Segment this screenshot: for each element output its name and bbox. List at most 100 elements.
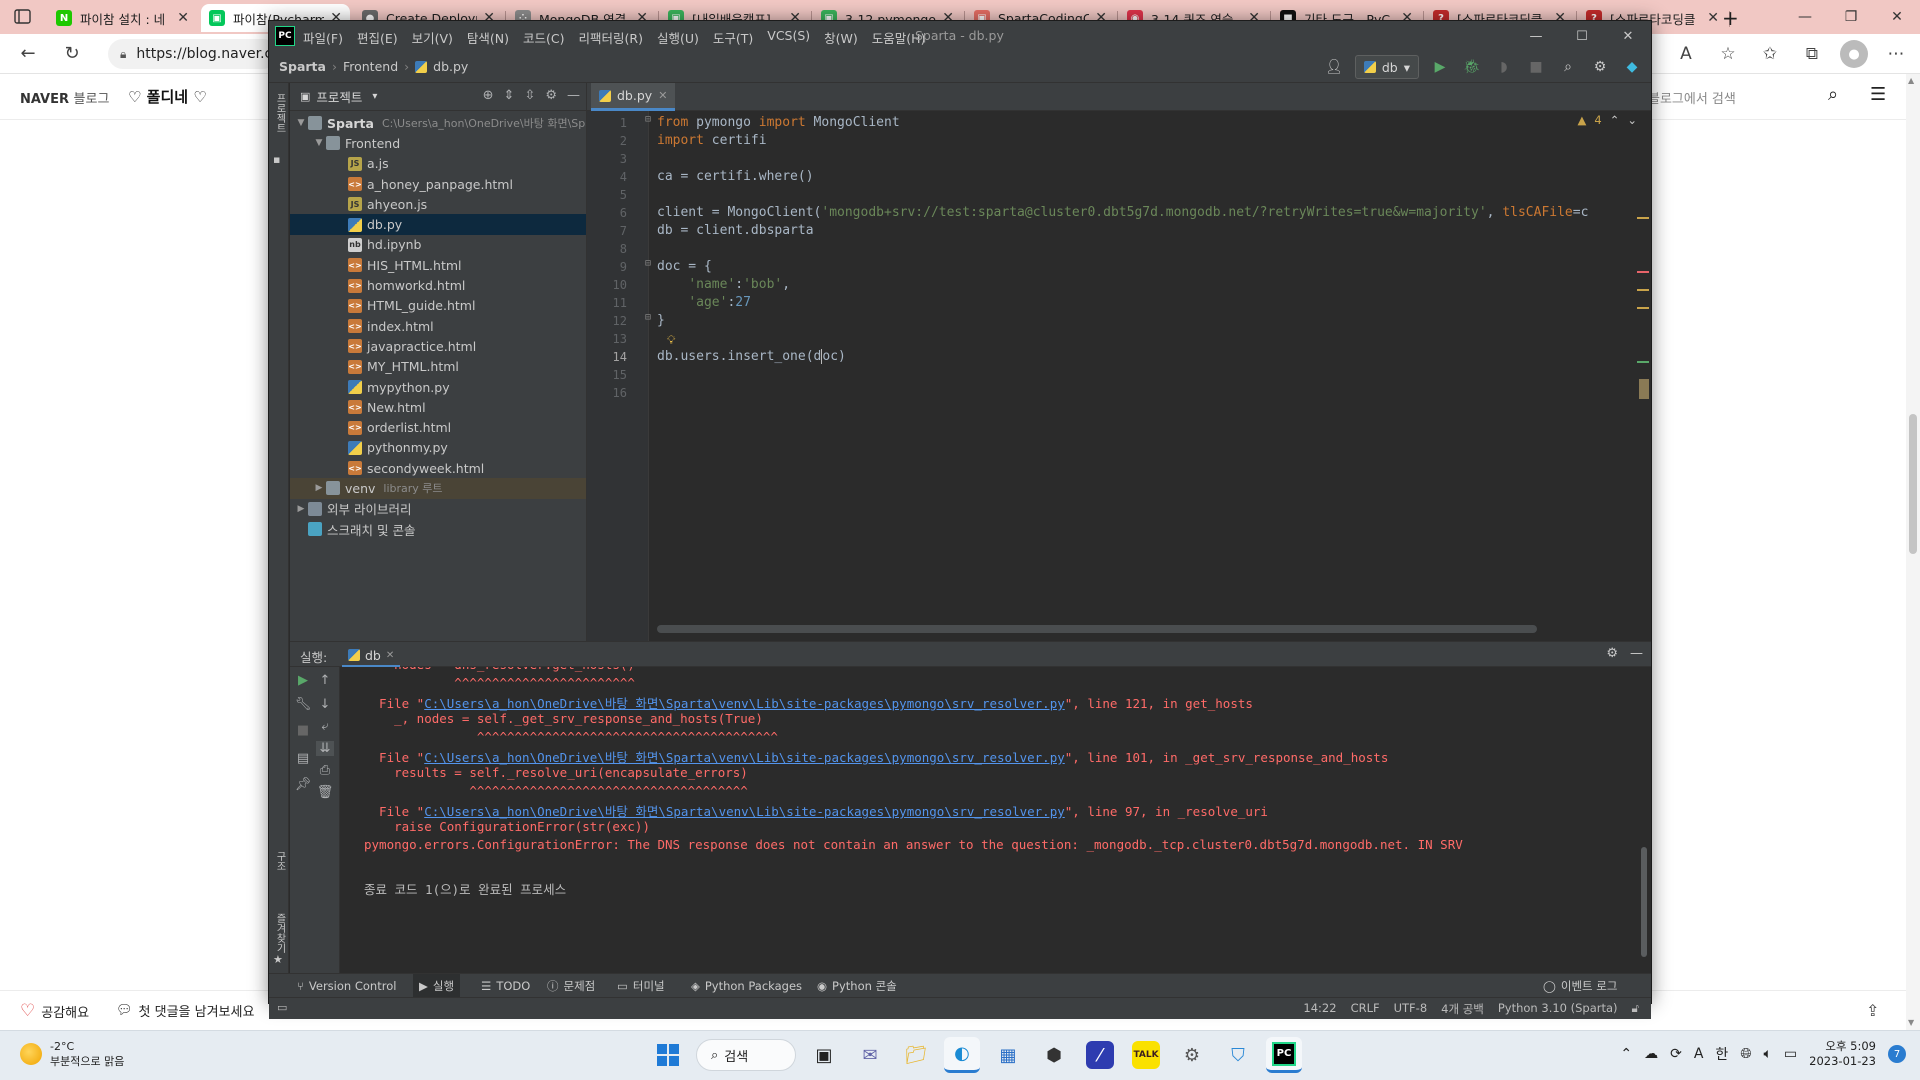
pycharm-taskbar-icon[interactable]: PC: [1266, 1037, 1302, 1073]
expand-arrow-icon[interactable]: ▼: [294, 118, 308, 128]
favorite-star-icon[interactable]: ☆: [1714, 40, 1742, 68]
tree-file[interactable]: pythonmy.py: [290, 438, 586, 458]
share-icon[interactable]: ⇪: [1866, 1001, 1879, 1020]
lock-icon[interactable]: 🔓︎: [1632, 1001, 1639, 1017]
error-stripe-marker[interactable]: [1637, 307, 1649, 309]
volume-icon[interactable]: 🔈︎: [1764, 1046, 1772, 1062]
tool-tab-terminal[interactable]: ▭ 터미널: [611, 974, 671, 998]
close-tab-icon[interactable]: ✕: [386, 650, 394, 661]
close-tab-icon[interactable]: ✕: [658, 89, 667, 102]
tree-file[interactable]: <> javapractice.html: [290, 336, 586, 356]
task-view-icon[interactable]: ▣: [806, 1037, 842, 1073]
pen-icon[interactable]: A: [1694, 1046, 1704, 1062]
tree-file[interactable]: <> New.html: [290, 397, 586, 417]
console-file-link[interactable]: C:\Users\a_hon\OneDrive\바탕 화면\Sparta\ven…: [424, 804, 1065, 819]
collections-icon[interactable]: ⧉: [1798, 40, 1826, 68]
code-line[interactable]: db = client.dbsparta: [657, 223, 814, 238]
restore-icon[interactable]: ❐: [1828, 0, 1874, 34]
notification-badge[interactable]: 7: [1888, 1045, 1906, 1063]
new-tab-button[interactable]: +: [1714, 4, 1747, 32]
code-line[interactable]: doc = {: [657, 259, 712, 274]
ide-menu-item[interactable]: 실행(U): [657, 28, 699, 47]
taskbar-clock[interactable]: 오후 5:09 2023-01-23: [1809, 1039, 1876, 1069]
tree-file[interactable]: <> secondyweek.html: [290, 458, 586, 478]
settings-gear-icon[interactable]: ⚙: [1589, 56, 1611, 78]
structure-tool-button[interactable]: 구조: [272, 851, 287, 871]
pycharm-logo-icon[interactable]: PC: [275, 26, 295, 46]
stop-icon[interactable]: ■: [1525, 56, 1547, 78]
tree-file[interactable]: nb hd.ipynb: [290, 235, 586, 255]
jetbrains-icon[interactable]: ◆: [1621, 56, 1643, 78]
code-editor[interactable]: 1 2 3 4 5 6 7 8 9 10 11 12 13 14 15 16 from pymongo imp…: [587, 111, 1651, 641]
ide-close-icon[interactable]: ✕: [1605, 21, 1651, 51]
tree-root-sparta[interactable]: ▼ Sparta C:\Users\a_hon\OneDrive\바탕 화면\S…: [290, 113, 586, 133]
project-tool-button[interactable]: 프로젝트: [272, 93, 287, 133]
run-icon[interactable]: ▶: [1429, 56, 1451, 78]
refresh-icon[interactable]: ↻: [58, 42, 86, 66]
scroll-to-end-icon[interactable]: ⇊: [316, 741, 334, 756]
kakaotalk-icon[interactable]: TALK: [1132, 1041, 1160, 1069]
settings-gear-icon[interactable]: ⚙: [1174, 1037, 1210, 1073]
store-icon[interactable]: ▦: [990, 1037, 1026, 1073]
file-encoding[interactable]: UTF-8: [1394, 1001, 1428, 1017]
code-line[interactable]: import certifi: [657, 133, 767, 148]
expand-all-icon[interactable]: ⇕: [504, 88, 515, 103]
ide-menu-item[interactable]: 창(W): [824, 28, 858, 47]
blog-search-input[interactable]: 블로그에서 검색: [1648, 82, 1848, 112]
battery-icon[interactable]: ▭: [1784, 1046, 1797, 1062]
code-line[interactable]: db.users.insert_one(doc): [657, 349, 846, 364]
console-file-link[interactable]: C:\Users\a_hon\OneDrive\바탕 화면\Sparta\ven…: [424, 750, 1065, 765]
print-icon[interactable]: ⎙: [316, 763, 334, 778]
error-stripe-marker[interactable]: [1637, 271, 1649, 273]
fold-marker-icon[interactable]: ⊟: [645, 312, 651, 323]
tree-file[interactable]: JS ahyeon.js: [290, 194, 586, 214]
app-cube-icon[interactable]: ⬢: [1036, 1037, 1072, 1073]
address-bar[interactable]: 🔒︎ https://blog.naver.com/: [108, 39, 278, 69]
search-everywhere-icon[interactable]: ⌕: [1557, 56, 1579, 78]
code-line[interactable]: 'name':'bob',: [657, 277, 790, 292]
lightbulb-icon[interactable]: 💡︎: [667, 333, 675, 348]
line-separator[interactable]: CRLF: [1351, 1001, 1380, 1017]
scroll-up-icon[interactable]: ↑: [316, 673, 334, 688]
chevron-down-icon[interactable]: ▾: [372, 91, 377, 102]
close-tab-icon[interactable]: ✕: [177, 10, 189, 26]
collapse-all-icon[interactable]: ⇳: [524, 88, 535, 103]
event-log-button[interactable]: ◯ 이벤트 로그: [1537, 974, 1623, 998]
tree-folder-venv[interactable]: ▶ venv library 루트: [290, 478, 586, 499]
tool-tab-todo[interactable]: ☰ TODO: [475, 974, 536, 998]
page-scrollbar[interactable]: ▲ ▼: [1906, 74, 1920, 1030]
pin-icon[interactable]: 📌︎: [294, 777, 312, 792]
folder-icon[interactable]: ▪: [273, 153, 280, 166]
options-gear-icon[interactable]: ⚙: [545, 88, 557, 103]
run-console[interactable]: nodes = dns_resolver.get_hosts() ^^^^^^^…: [340, 667, 1651, 973]
tree-file[interactable]: <> MY_HTML.html: [290, 357, 586, 377]
scroll-position-marker[interactable]: [1639, 379, 1649, 399]
coverage-icon[interactable]: ◗: [1493, 56, 1515, 78]
search-icon[interactable]: ⌕: [1828, 84, 1838, 105]
close-icon[interactable]: ✕: [1874, 0, 1920, 34]
stop-icon[interactable]: ■: [294, 723, 312, 738]
ide-menu-item[interactable]: VCS(S): [767, 28, 810, 47]
tool-tab-version-control[interactable]: ⑂ Version Control: [291, 974, 402, 998]
tree-file[interactable]: JS a.js: [290, 154, 586, 174]
ide-maximize-icon[interactable]: ☐: [1559, 21, 1605, 51]
python-interpreter[interactable]: Python 3.10 (Sparta): [1498, 1001, 1618, 1017]
code-line[interactable]: }: [657, 313, 665, 328]
code-line[interactable]: from pymongo import MongoClient: [657, 115, 900, 130]
inspection-widget[interactable]: ▲ 4 ⌃ ⌄: [1578, 113, 1637, 127]
profile-avatar-icon[interactable]: ●: [1840, 40, 1868, 68]
code-line[interactable]: ca = certifi.where(): [657, 169, 814, 184]
hide-panel-icon[interactable]: —: [1630, 646, 1643, 661]
trash-icon[interactable]: 🗑︎: [316, 785, 334, 800]
indent-setting[interactable]: 4개 공백: [1441, 1001, 1484, 1017]
ide-minimize-icon[interactable]: —: [1513, 21, 1559, 51]
code-line[interactable]: client = MongoClient('mongodb+srv://test…: [657, 205, 1588, 220]
tool-tab-run[interactable]: ▶ 실행: [413, 974, 461, 998]
caret-position[interactable]: 14:22: [1303, 1001, 1336, 1017]
sync-icon[interactable]: ⟳: [1670, 1046, 1682, 1062]
soft-wrap-icon[interactable]: ⤶: [316, 719, 334, 734]
tree-file[interactable]: <> orderlist.html: [290, 417, 586, 437]
taskbar-search[interactable]: ⌕ 검색: [696, 1039, 796, 1071]
chevron-down-icon[interactable]: ⌄: [1627, 113, 1637, 127]
tool-tab-python-packages[interactable]: ◈ Python Packages: [685, 974, 808, 998]
